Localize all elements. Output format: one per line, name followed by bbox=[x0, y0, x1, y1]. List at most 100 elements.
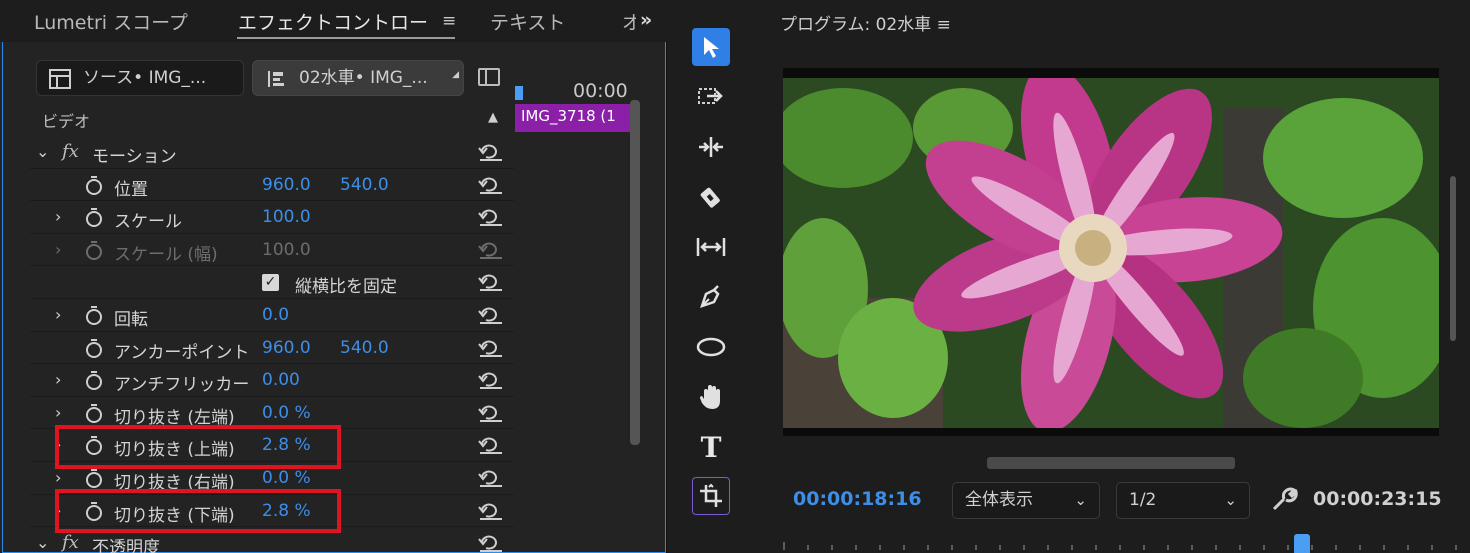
sequence-clip-label: 02水車• IMG_... bbox=[299, 68, 428, 88]
source-clip-label: ソース• IMG_... bbox=[83, 68, 207, 88]
video-preview-frame[interactable] bbox=[783, 68, 1439, 436]
property-value-x[interactable]: 960.0 bbox=[262, 338, 311, 358]
mini-playhead[interactable] bbox=[515, 86, 523, 100]
reset-icon[interactable] bbox=[478, 404, 504, 422]
expand-chevron-icon[interactable]: › bbox=[55, 403, 61, 422]
stopwatch-icon[interactable] bbox=[85, 371, 103, 391]
fx-badge-icon[interactable]: fx bbox=[62, 141, 79, 162]
track-select-icon bbox=[698, 88, 723, 104]
selection-tool[interactable] bbox=[692, 28, 730, 66]
reset-icon[interactable] bbox=[478, 436, 504, 455]
clematis-flower-image bbox=[783, 78, 1439, 428]
property-value-y[interactable]: 540.0 bbox=[340, 175, 389, 195]
vertical-scrollbar[interactable] bbox=[630, 100, 640, 445]
fx-badge-icon[interactable]: fx bbox=[62, 532, 79, 553]
stopwatch-icon[interactable] bbox=[85, 403, 103, 423]
panel-menu-icon[interactable]: ≡ bbox=[442, 11, 456, 31]
property-value[interactable]: 0.00 bbox=[262, 370, 300, 390]
reset-icon[interactable] bbox=[478, 371, 504, 390]
chevron-down-icon: ⌄ bbox=[1074, 491, 1087, 509]
type-tool[interactable]: T bbox=[692, 428, 730, 466]
property-label: 位置 bbox=[114, 179, 148, 200]
type-t-icon: T bbox=[700, 430, 722, 464]
stopwatch-icon[interactable] bbox=[85, 208, 103, 228]
program-playhead[interactable] bbox=[1294, 534, 1310, 553]
tab-overflow-partial[interactable]: オ bbox=[622, 8, 636, 35]
uniform-scale-checkbox[interactable]: ✓ bbox=[262, 274, 279, 292]
property-row-anchor-point: アンカーポイント 960.0 540.0 bbox=[30, 332, 514, 365]
expand-chevron-icon[interactable]: ⌄ bbox=[36, 142, 49, 161]
expand-chevron-icon[interactable]: ⌄ bbox=[36, 533, 49, 552]
property-row-position: 位置 960.0 540.0 bbox=[30, 169, 514, 202]
toggle-timeline-view-icon[interactable] bbox=[478, 68, 500, 86]
program-monitor-panel: プログラム: 02水車 ≡ 00:00:18:16 全体表示 ⌄ 1/2 ⌄ 0… bbox=[760, 0, 1470, 553]
effect-controls-panel: Lumetri スコープ エフェクトコントロー ≡ テキスト オ » ソース• … bbox=[0, 0, 667, 553]
tab-text[interactable]: テキスト bbox=[490, 8, 565, 35]
expand-chevron-icon[interactable]: › bbox=[55, 240, 61, 259]
expand-chevron-icon[interactable]: › bbox=[55, 207, 61, 226]
hand-icon bbox=[700, 385, 720, 409]
reset-icon[interactable] bbox=[478, 339, 504, 357]
monitor-time-ruler[interactable] bbox=[780, 534, 1470, 553]
sequence-clip-button[interactable]: 02水車• IMG_... ◢ bbox=[252, 60, 464, 96]
property-label: スケール (幅) bbox=[114, 244, 218, 265]
pen-tool[interactable] bbox=[692, 278, 730, 316]
panel-tabbar: Lumetri スコープ エフェクトコントロー ≡ テキスト オ » bbox=[0, 0, 667, 42]
reset-icon[interactable] bbox=[478, 469, 504, 487]
ripple-edit-tool[interactable] bbox=[692, 128, 730, 166]
reset-icon[interactable] bbox=[478, 143, 504, 161]
property-row-rotation: › 回転 0.0 bbox=[30, 299, 514, 332]
clip-bar[interactable]: IMG_3718 (1 bbox=[515, 104, 630, 132]
more-tabs-icon[interactable]: » bbox=[640, 9, 652, 31]
reset-icon[interactable] bbox=[478, 273, 504, 292]
zoom-level-dropdown[interactable]: 全体表示 ⌄ bbox=[952, 482, 1100, 519]
expand-chevron-icon[interactable]: › bbox=[55, 305, 61, 324]
property-value-y[interactable]: 540.0 bbox=[340, 338, 389, 358]
expand-chevron-icon[interactable]: › bbox=[55, 370, 61, 389]
playback-resolution-dropdown[interactable]: 1/2 ⌄ bbox=[1116, 482, 1250, 519]
stopwatch-icon[interactable] bbox=[85, 468, 103, 488]
tools-panel: T bbox=[668, 0, 758, 553]
current-timecode[interactable]: 00:00:18:16 bbox=[793, 488, 922, 510]
slip-tool[interactable] bbox=[692, 228, 730, 266]
property-value[interactable]: 0.0 bbox=[262, 305, 289, 325]
monitor-horizontal-scrollbar[interactable] bbox=[987, 457, 1235, 469]
property-value[interactable]: 0.0 % bbox=[262, 403, 311, 423]
reset-icon[interactable] bbox=[478, 176, 504, 194]
effect-group-motion[interactable]: ⌄ fx モーション bbox=[30, 136, 514, 169]
hand-tool[interactable] bbox=[692, 378, 730, 416]
expand-chevron-icon[interactable]: › bbox=[55, 468, 61, 487]
pen-nib-icon bbox=[700, 285, 720, 308]
tab-effect-controls[interactable]: エフェクトコントロー bbox=[238, 8, 428, 35]
panel-menu-icon[interactable]: ≡ bbox=[937, 15, 951, 35]
extra-tool[interactable] bbox=[692, 477, 730, 515]
wrench-settings-icon[interactable] bbox=[1270, 487, 1298, 513]
property-value: 100.0 bbox=[262, 239, 311, 260]
duration-timecode: 00:00:23:15 bbox=[1313, 488, 1442, 510]
property-value[interactable]: 100.0 bbox=[262, 207, 311, 227]
stopwatch-icon[interactable] bbox=[85, 338, 103, 358]
crop-transform-icon bbox=[700, 483, 722, 507]
reset-icon[interactable] bbox=[478, 502, 504, 520]
razor-tool[interactable] bbox=[692, 178, 730, 216]
effect-mini-timeline[interactable]: 00:00 IMG_3718 (1 bbox=[515, 56, 630, 553]
stopwatch-icon[interactable] bbox=[85, 175, 103, 195]
reset-icon[interactable] bbox=[478, 208, 504, 227]
collapse-section-icon[interactable]: ▲ bbox=[488, 110, 498, 125]
chevron-down-icon: ⌄ bbox=[1224, 491, 1237, 509]
tab-lumetri-scopes[interactable]: Lumetri スコープ bbox=[34, 8, 188, 35]
property-row-anti-flicker: › アンチフリッカー 0.00 bbox=[30, 364, 514, 397]
track-select-tool[interactable] bbox=[692, 78, 730, 116]
monitor-vertical-scrollbar[interactable] bbox=[1450, 176, 1456, 341]
property-value[interactable]: 0.0 % bbox=[262, 468, 311, 488]
video-section-header[interactable]: ビデオ ▲ bbox=[30, 104, 514, 134]
video-section-label: ビデオ bbox=[42, 112, 91, 131]
stopwatch-icon[interactable] bbox=[85, 305, 103, 325]
ellipse-tool[interactable] bbox=[692, 328, 730, 366]
property-value-x[interactable]: 960.0 bbox=[262, 175, 311, 195]
source-clip-button[interactable]: ソース• IMG_... bbox=[36, 60, 244, 96]
reset-icon[interactable] bbox=[478, 534, 504, 553]
program-monitor-title[interactable]: プログラム: 02水車 ≡ bbox=[780, 10, 951, 35]
reset-icon[interactable] bbox=[478, 306, 504, 324]
checkbox-label: 縦横比を固定 bbox=[295, 277, 397, 298]
